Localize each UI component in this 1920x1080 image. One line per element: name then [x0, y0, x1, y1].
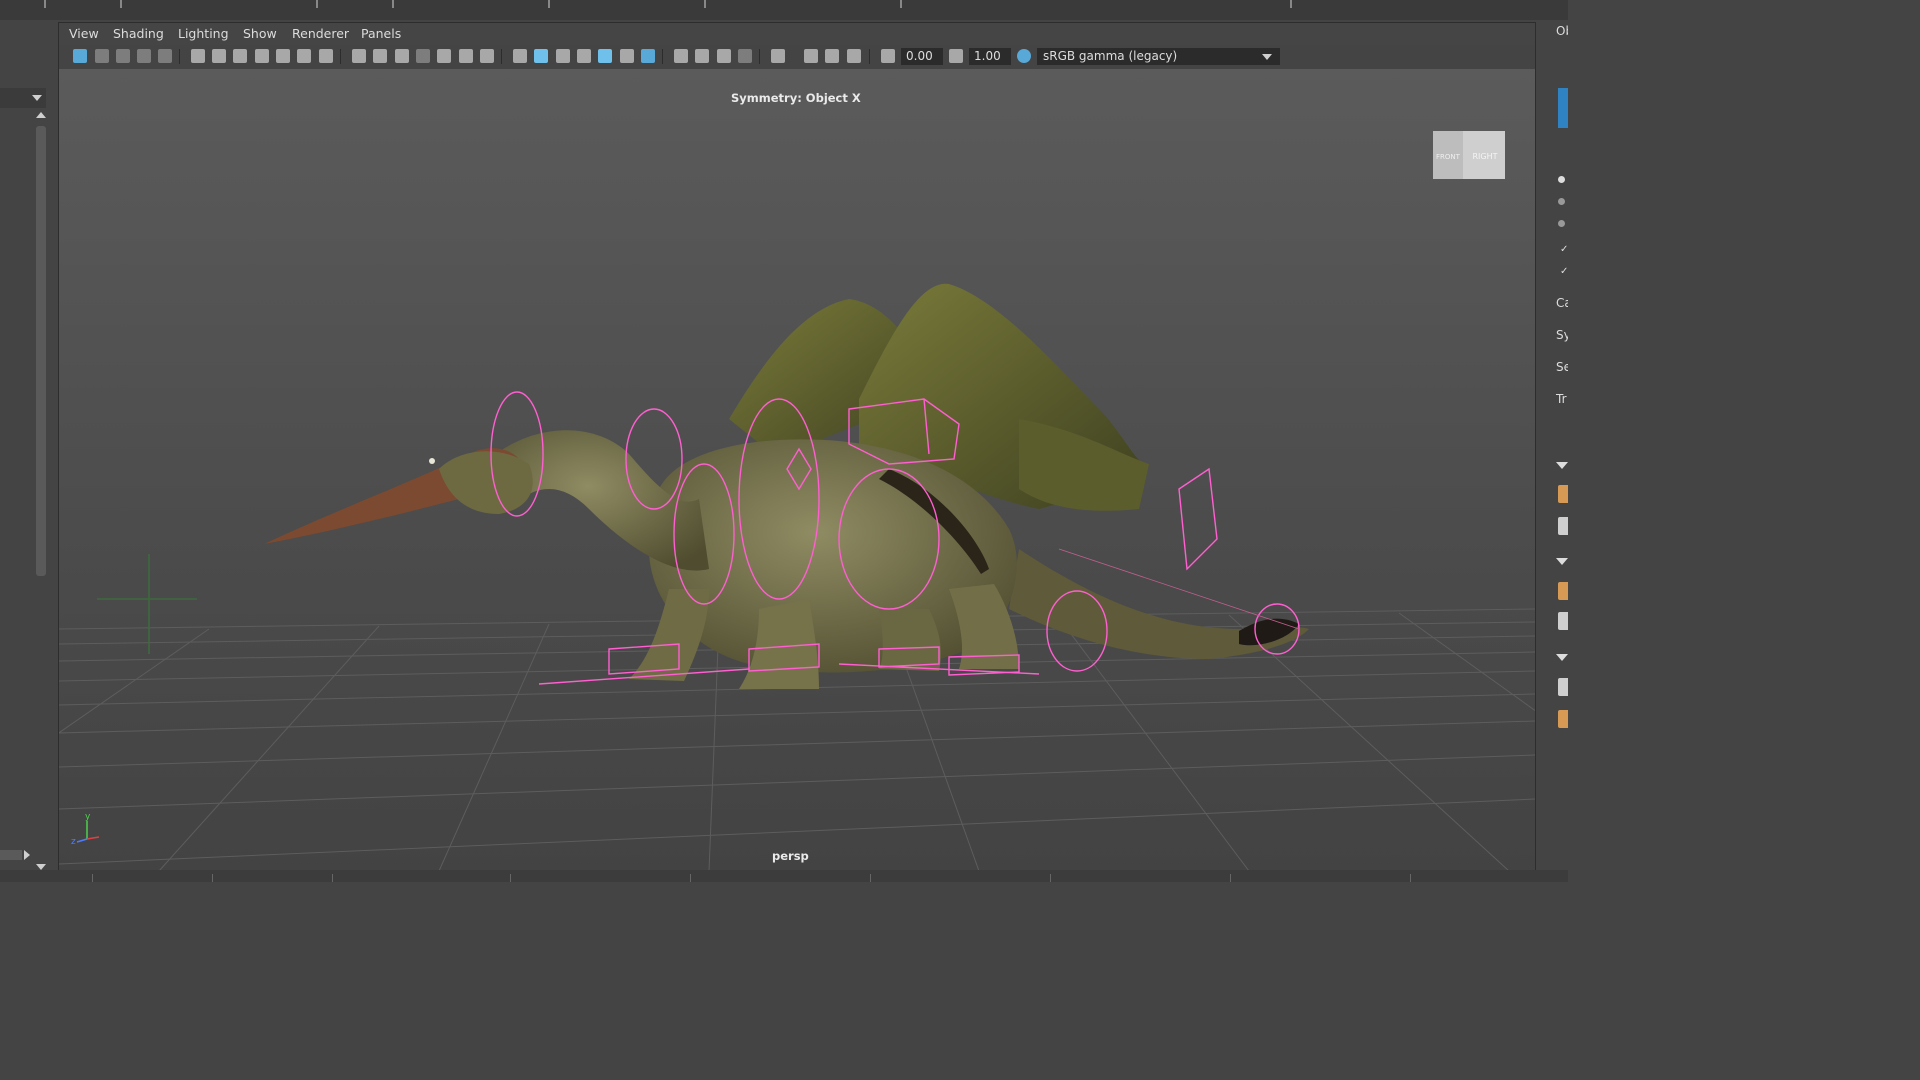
viewcube-front-label: FRONT [1436, 153, 1461, 161]
symmetry-hud: Symmetry: Object X [731, 91, 861, 105]
chevron-down-icon [1262, 54, 1272, 60]
panel-toolbar: 0.00 1.00 sRGB gamma (legacy) [59, 45, 1535, 69]
right-panel-label: Se [1556, 360, 1568, 374]
right-panel-label: Ob [1556, 24, 1568, 38]
depth-of-field-icon[interactable] [738, 49, 752, 63]
chevron-down-icon [32, 95, 42, 101]
film-gate-icon[interactable] [373, 49, 387, 63]
menu-show[interactable]: Show [243, 26, 277, 41]
xray-active-icon[interactable] [825, 49, 839, 63]
exposure-field[interactable]: 0.00 [901, 48, 943, 65]
right-panel-label: Ca [1556, 296, 1568, 310]
viewport-3d[interactable]: FRONT RIGHT y z Symmetry: Object X persp [59, 69, 1535, 871]
gamma-icon[interactable] [949, 49, 963, 63]
viewcube-right-label: RIGHT [1472, 152, 1497, 161]
menu-renderer[interactable]: Renderer [292, 26, 349, 41]
gamma-field[interactable]: 1.00 [969, 48, 1011, 65]
menu-shading[interactable]: Shading [113, 26, 164, 41]
right-panel-label: Sy [1556, 328, 1568, 342]
left-panel [0, 20, 56, 870]
pan-icon[interactable] [297, 49, 311, 63]
scroll-up-icon[interactable] [36, 112, 46, 118]
chevron-down-icon[interactable] [1556, 462, 1568, 469]
bottom-strip [0, 870, 1568, 882]
use-all-lights-icon[interactable] [620, 49, 634, 63]
grid-icon[interactable] [1558, 517, 1568, 535]
chevron-down-icon[interactable] [1556, 558, 1568, 565]
chevron-down-icon[interactable] [1556, 654, 1568, 661]
model-panel: View Shading Lighting Show Renderer Pane… [58, 22, 1536, 872]
object-icon[interactable] [1558, 582, 1568, 600]
grease-pencil-icon[interactable] [319, 49, 333, 63]
field-chart-icon[interactable] [437, 49, 451, 63]
right-panel-button[interactable] [1558, 88, 1568, 128]
camera-select-icon[interactable] [212, 49, 226, 63]
radio-icon[interactable] [1558, 220, 1565, 227]
gate-mask-icon[interactable] [416, 49, 430, 63]
wireframe-icon[interactable] [513, 49, 527, 63]
smooth-shade-icon[interactable] [534, 49, 548, 63]
viewcube[interactable]: FRONT RIGHT [1433, 131, 1505, 179]
menu-lighting[interactable]: Lighting [178, 26, 229, 41]
layers-icon[interactable] [1558, 612, 1568, 630]
top-shelf-strip [0, 0, 1568, 20]
viewport-scene[interactable]: FRONT RIGHT y z [59, 69, 1535, 871]
textured-icon[interactable] [598, 49, 612, 63]
axis-z-label: z [71, 837, 76, 847]
image-plane-icon[interactable] [158, 49, 172, 63]
scrollbar-thumb[interactable] [36, 126, 46, 576]
isolate-select-icon[interactable] [771, 49, 785, 63]
horizontal-scrollbar[interactable] [0, 850, 22, 860]
wireframe-on-shaded-icon[interactable] [577, 49, 591, 63]
exposure-icon[interactable] [881, 49, 895, 63]
select-camera-icon[interactable] [73, 49, 87, 63]
checkbox-icon[interactable]: ✓ [1560, 267, 1568, 277]
grid-icon[interactable] [352, 49, 366, 63]
2d-pan-zoom-icon[interactable] [276, 49, 290, 63]
safe-title-icon[interactable] [480, 49, 494, 63]
tool-icon[interactable] [1558, 678, 1568, 696]
axis-y-label: y [85, 812, 91, 822]
xray-joints-icon[interactable] [847, 49, 861, 63]
bookmark-camera-icon[interactable] [255, 49, 269, 63]
bookmark-icon[interactable] [137, 49, 151, 63]
screen-space-ao-icon[interactable] [674, 49, 688, 63]
motion-blur-icon[interactable] [695, 49, 709, 63]
color-management-icon[interactable] [1017, 49, 1031, 63]
checkbox-icon[interactable]: ✓ [1560, 245, 1568, 255]
radio-icon[interactable] [1558, 176, 1565, 183]
lock-camera-icon[interactable] [95, 49, 109, 63]
xray-icon[interactable] [804, 49, 818, 63]
camera-name-hud: persp [772, 849, 809, 863]
scroll-right-icon[interactable] [24, 850, 30, 860]
camera-icon[interactable] [191, 49, 205, 63]
right-panel-label: Tr [1556, 392, 1567, 406]
object-icon[interactable] [1558, 710, 1568, 728]
anti-aliasing-icon[interactable] [717, 49, 731, 63]
object-icon[interactable] [1558, 485, 1568, 503]
camera-grease-icon[interactable] [233, 49, 247, 63]
panel-menu-bar: View Shading Lighting Show Renderer Pane… [59, 23, 1535, 45]
color-space-label: sRGB gamma (legacy) [1043, 49, 1178, 63]
resolution-gate-icon[interactable] [395, 49, 409, 63]
right-panel: Ob ✓ ✓ Ca Sy Se Tr [1536, 20, 1568, 870]
left-scrollbar[interactable] [35, 110, 47, 870]
radio-icon[interactable] [1558, 198, 1565, 205]
safe-action-icon[interactable] [459, 49, 473, 63]
menu-panels[interactable]: Panels [361, 26, 401, 41]
menu-view[interactable]: View [69, 26, 99, 41]
color-space-dropdown[interactable]: sRGB gamma (legacy) [1037, 48, 1280, 65]
camera-attributes-icon[interactable] [116, 49, 130, 63]
default-material-icon[interactable] [556, 49, 570, 63]
shadows-icon[interactable] [641, 49, 655, 63]
left-panel-dropdown[interactable] [0, 88, 46, 108]
